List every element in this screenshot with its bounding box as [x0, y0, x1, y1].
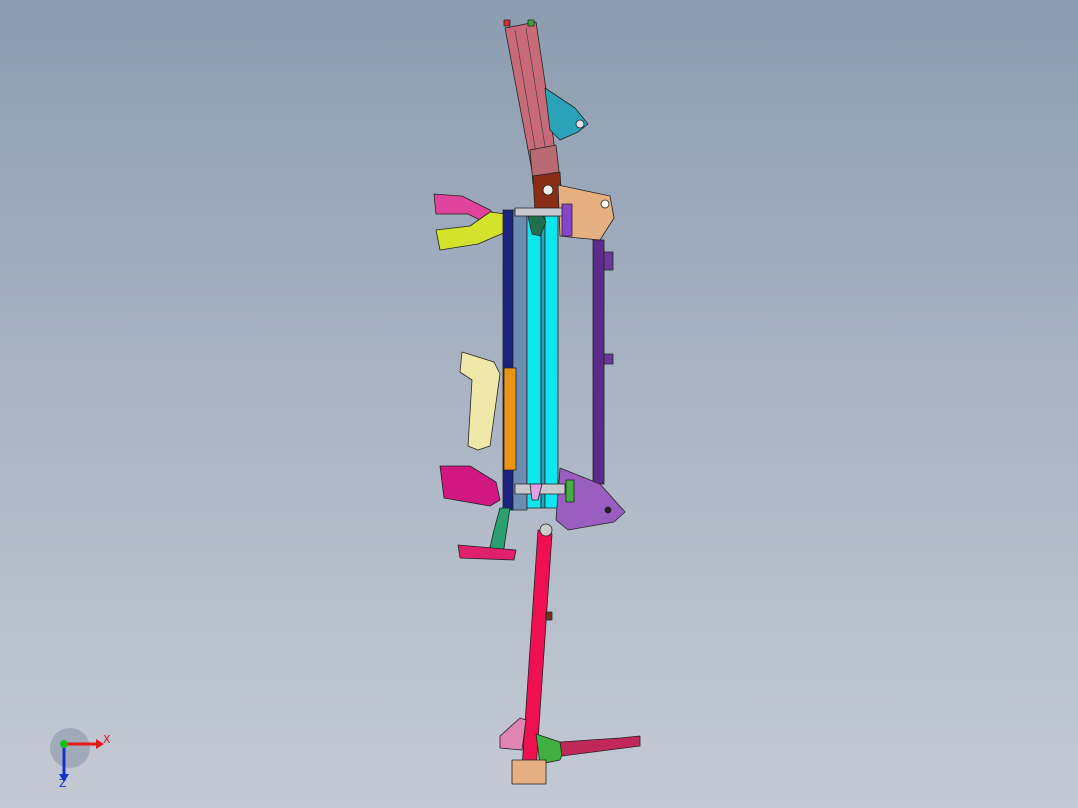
- foot-arm-part[interactable]: [559, 735, 641, 757]
- column-purple-part[interactable]: [592, 239, 605, 485]
- column-navy-part[interactable]: [502, 209, 514, 511]
- foot-base-part[interactable]: [511, 759, 547, 785]
- bottom-left-plate-magenta-part[interactable]: [439, 465, 501, 507]
- assembly-model[interactable]: [433, 19, 641, 785]
- bottom-left-link-green-part[interactable]: [487, 507, 511, 559]
- lower-arm-part[interactable]: [521, 529, 553, 771]
- top-arm-bracket-part[interactable]: [544, 87, 589, 141]
- x-axis-label: X: [103, 733, 111, 746]
- orientation-triad: [50, 728, 104, 782]
- top-left-arm-yellow-part[interactable]: [435, 211, 507, 251]
- bottom-right-plate-part[interactable]: [555, 467, 626, 531]
- top-right-plate-part[interactable]: [557, 184, 615, 241]
- top-left-arm-magenta-part[interactable]: [433, 193, 501, 225]
- triad-sphere: [50, 728, 90, 768]
- top-arm-part[interactable]: [504, 21, 559, 177]
- mid-link-orange-part[interactable]: [503, 367, 517, 471]
- y-axis-dot: [60, 740, 68, 748]
- column-teal-part[interactable]: [540, 215, 546, 509]
- column-slate-part[interactable]: [512, 209, 528, 511]
- column-cyan-a-part[interactable]: [526, 215, 542, 509]
- foot-pink-part[interactable]: [499, 717, 527, 751]
- top-joint-part[interactable]: [532, 171, 563, 213]
- graphics-viewport[interactable]: X Z: [0, 0, 1078, 808]
- foot-green-part[interactable]: [535, 733, 567, 765]
- bottom-left-bracket-part[interactable]: [457, 544, 517, 561]
- mid-bracket-cream-part[interactable]: [459, 351, 501, 451]
- top-arm-clevis-part[interactable]: [529, 144, 561, 185]
- z-axis-label: Z: [59, 777, 67, 790]
- column-cyan-b-part[interactable]: [544, 215, 559, 509]
